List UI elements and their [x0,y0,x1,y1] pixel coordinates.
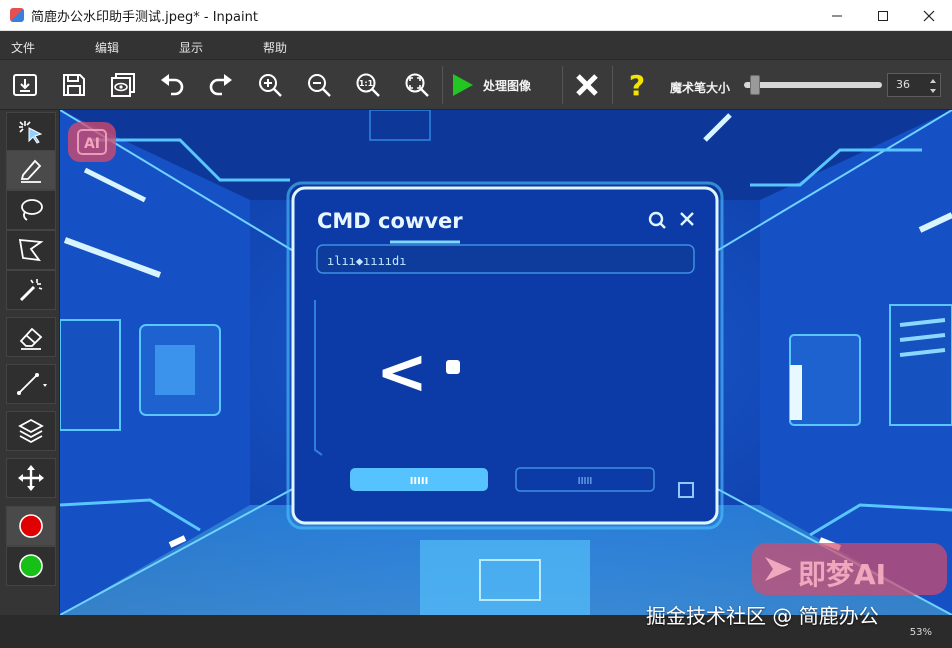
line-icon [17,373,47,395]
brush-size-spinbox[interactable]: 36 [887,73,941,97]
redo-icon [209,74,232,96]
toolbar-separator [562,66,563,104]
layers-icon [18,418,44,444]
menu-view[interactable]: 显示 [179,39,203,56]
menu-help[interactable]: 帮助 [263,39,287,56]
eraser-tool-button[interactable] [6,317,56,357]
marker-tool-button[interactable] [6,150,56,190]
move-icon [18,465,44,491]
zoom-level: 53% [909,627,932,638]
process-play-icon [453,74,473,96]
marker-pen-icon [20,159,42,183]
minimize-button[interactable] [814,0,860,31]
zoom-in-button[interactable] [251,66,289,104]
maximize-icon [878,10,888,21]
red-marker-button[interactable] [6,506,56,546]
lasso-tool-button[interactable] [6,190,56,230]
brush-size-value: 36 [896,78,910,91]
cancel-x-icon [576,74,598,96]
ai-badge-text: AI [84,136,100,152]
brush-size-label: 魔术笔大小 [670,81,731,95]
fit-window-icon [405,73,429,97]
canvas-image: CMD cowver ılıı◆ııııdı < IIIII IIIII AI … [60,110,952,615]
polygon-lasso-tool-button[interactable] [6,230,56,270]
redo-button[interactable] [202,66,240,104]
open-file-button[interactable] [6,66,44,104]
svg-text:?: ? [629,71,645,99]
maximize-button[interactable] [860,0,906,31]
magic-wand-icon [19,279,43,302]
open-file-icon [13,74,37,96]
layers-tool-button[interactable] [6,411,56,451]
actual-size-icon: 1:1 [356,73,380,97]
process-image-label: 处理图像 [483,78,532,93]
fit-window-button[interactable] [398,66,436,104]
zoom-in-icon [259,74,282,97]
lasso-icon [21,199,43,221]
line-tool-button[interactable] [6,364,56,404]
dialog-input-text: ılıı◆ııııdı [327,254,406,268]
preview-icon [111,73,135,97]
move-tool-button[interactable] [6,458,56,498]
zoom-out-button[interactable] [300,66,338,104]
save-button[interactable] [55,66,93,104]
app-icon [10,8,24,22]
menu-edit[interactable]: 编辑 [95,39,119,56]
window-title: 简鹿办公水印助手测试.jpeg* - Inpaint [31,10,258,25]
svg-text:1:1: 1:1 [359,79,374,88]
brush-size-slider-thumb[interactable] [750,75,760,95]
toolbar-separator [612,66,613,104]
help-button[interactable]: ? [618,66,656,104]
dialog-title: CMD cowver [317,209,463,233]
watermark-text: 掘金技术社区 @ 简鹿办公 [646,604,879,628]
toolbar-separator [442,66,443,104]
tools-panel [0,110,60,615]
menu-bar: 文件 编辑 显示 帮助 [0,31,952,60]
select-tool-button[interactable] [6,112,56,152]
select-arrow-icon [19,121,43,144]
cancel-button[interactable] [568,66,606,104]
dialog-button-2-text: IIIII [578,476,593,487]
magic-wand-tool-button[interactable] [6,270,56,310]
polygon-lasso-icon [18,238,44,262]
spin-up-down-icon [930,79,936,93]
save-icon [63,74,85,96]
red-marker-icon [19,514,43,538]
preview-button[interactable] [104,66,142,104]
menu-file[interactable]: 文件 [11,39,35,56]
close-icon [923,10,935,21]
green-marker-button[interactable] [6,546,56,586]
brush-size-slider[interactable] [744,82,882,88]
minimize-icon [832,15,842,16]
zoom-out-icon [308,74,331,97]
undo-icon [161,74,184,96]
stamp-text: 即梦AI [798,558,886,591]
help-icon: ? [629,71,645,99]
spin-arrows[interactable] [928,75,938,100]
eraser-icon [19,327,43,350]
image-canvas[interactable]: CMD cowver ılıı◆ııııdı < IIIII IIIII AI … [60,110,952,615]
prompt-symbol: < [376,335,428,408]
green-marker-icon [19,554,43,578]
process-image-button[interactable]: 处理图像 [447,66,559,104]
dialog-button-1-text: IIIII [410,476,429,487]
title-bar: 简鹿办公水印助手测试.jpeg* - Inpaint [0,0,952,31]
actual-size-button[interactable]: 1:1 [349,66,387,104]
undo-button[interactable] [153,66,191,104]
close-button[interactable] [906,0,952,31]
